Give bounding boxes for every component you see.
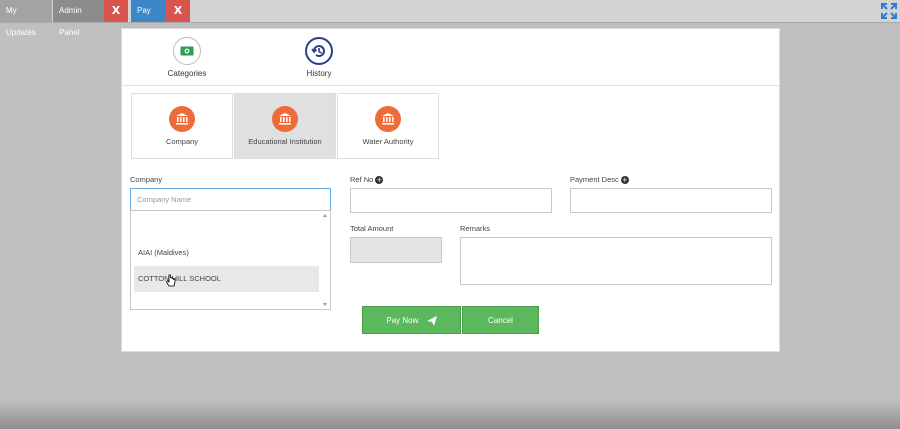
- tab-bar: My Updates Admin Panel X Pay X: [0, 0, 900, 37]
- tab-admin-panel[interactable]: Admin Panel: [53, 0, 104, 37]
- tab-pay[interactable]: Pay: [131, 0, 166, 22]
- bottom-band: [0, 401, 900, 429]
- nav-history-label: History: [306, 69, 332, 78]
- cancel-button[interactable]: Cancel: [462, 306, 539, 334]
- paper-plane-icon: [426, 315, 437, 326]
- nav-divider: [122, 85, 779, 86]
- remarks-textarea[interactable]: [460, 237, 772, 285]
- close-admin-panel-tab-button[interactable]: X: [104, 0, 128, 22]
- ref-no-label: Ref No +: [350, 175, 384, 185]
- hand-cursor-icon: [166, 274, 176, 287]
- payment-desc-input[interactable]: [570, 188, 772, 213]
- history-icon: [311, 45, 325, 57]
- category-company-label: Company: [165, 137, 199, 146]
- tab-my-updates[interactable]: My Updates: [0, 0, 52, 37]
- money-icon: [180, 46, 194, 56]
- dropdown-option[interactable]: COTTON HILL SCHOOL: [134, 266, 319, 292]
- nav-history[interactable]: History: [284, 37, 354, 78]
- pay-panel: Categories History Company Educational I…: [121, 28, 780, 352]
- payment-desc-label-text: Payment Desc: [570, 175, 619, 184]
- category-educational-institution-label: Educational Institution: [248, 137, 322, 146]
- nav-categories[interactable]: Categories: [152, 37, 222, 78]
- expand-icon[interactable]: [880, 2, 898, 20]
- bank-icon: [169, 106, 195, 132]
- nav-categories-label: Categories: [167, 69, 207, 78]
- info-icon[interactable]: +: [375, 176, 384, 185]
- ref-no-input[interactable]: [350, 188, 552, 213]
- total-amount-input[interactable]: [350, 237, 442, 263]
- pay-now-label: Pay Now: [386, 316, 419, 325]
- ref-no-label-text: Ref No: [350, 175, 374, 184]
- category-company[interactable]: Company: [131, 93, 233, 159]
- dropdown-option[interactable]: AIAI (Maldives): [134, 240, 319, 266]
- close-pay-tab-button[interactable]: X: [166, 0, 190, 22]
- pay-now-button[interactable]: Pay Now: [362, 306, 461, 334]
- bank-icon: [272, 106, 298, 132]
- total-amount-label: Total Amount: [350, 224, 394, 233]
- history-circle: [305, 37, 333, 65]
- company-search-input[interactable]: Company Name: [130, 188, 331, 212]
- bank-icon: [375, 106, 401, 132]
- info-icon[interactable]: +: [620, 176, 629, 185]
- company-label: Company: [130, 175, 163, 184]
- payment-desc-label: Payment Desc +: [570, 175, 629, 185]
- dropdown-scrollbar[interactable]: [320, 211, 330, 309]
- company-dropdown: AIAI (Maldives) COTTON HILL SCHOOL: [130, 210, 331, 310]
- category-water-authority-label: Water Authority: [362, 137, 414, 146]
- category-educational-institution[interactable]: Educational Institution: [234, 93, 336, 159]
- categories-circle: [173, 37, 201, 65]
- remarks-label: Remarks: [460, 224, 491, 233]
- category-water-authority[interactable]: Water Authority: [337, 93, 439, 159]
